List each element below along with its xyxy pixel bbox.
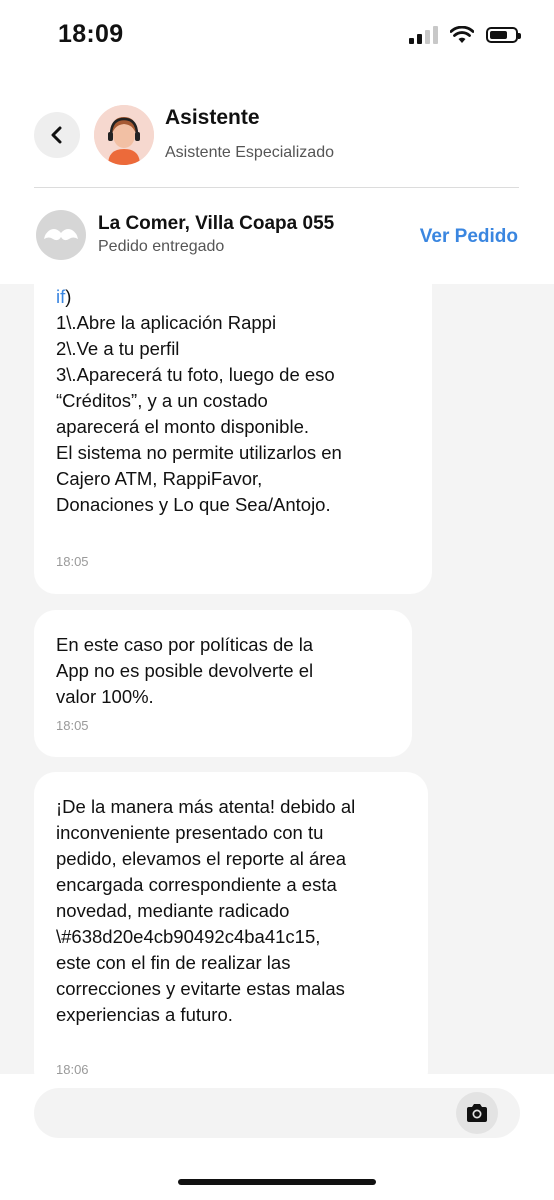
status-time: 18:09 <box>58 20 124 48</box>
message-text: En este caso por políticas de la App no … <box>56 634 314 707</box>
home-indicator <box>178 1179 376 1185</box>
status-bar: 18:09 <box>0 0 554 78</box>
wifi-icon <box>450 26 474 43</box>
store-logo <box>36 210 86 260</box>
avatar <box>94 105 154 165</box>
message-time: 18:05 <box>56 554 89 569</box>
agent-name: Asistente <box>165 106 260 129</box>
message-bubble: ¡De la manera más atenta! debido al inco… <box>34 772 428 1074</box>
view-order-button[interactable]: Ver Pedido <box>420 226 518 248</box>
mustache-icon <box>44 229 78 241</box>
status-icons <box>409 26 521 44</box>
message-time: 18:06 <box>56 1062 89 1074</box>
battery-icon <box>486 27 521 43</box>
agent-role: Asistente Especializado <box>165 144 334 161</box>
message-text: if) 1\.Abre la aplicación Rappi 2\.Ve a … <box>56 284 342 518</box>
message-bubble: En este caso por políticas de la App no … <box>34 610 412 757</box>
chat-header: Asistente Asistente Especializado <box>0 78 554 188</box>
message-bubble: if) 1\.Abre la aplicación Rappi 2\.Ve a … <box>34 284 432 594</box>
message-link[interactable]: if <box>56 286 65 307</box>
order-status: Pedido entregado <box>98 238 225 255</box>
chat-messages[interactable]: if) 1\.Abre la aplicación Rappi 2\.Ve a … <box>0 284 554 1074</box>
message-time: 18:05 <box>56 718 89 733</box>
message-text: ¡De la manera más atenta! debido al inco… <box>56 796 356 1025</box>
signal-icon <box>409 26 438 44</box>
store-name: La Comer, Villa Coapa 055 <box>98 213 335 234</box>
assistant-avatar-icon <box>94 105 154 165</box>
message-body: ) 1\.Abre la aplicación Rappi 2\.Ve a tu… <box>56 286 342 515</box>
order-bar: La Comer, Villa Coapa 055 Pedido entrega… <box>0 188 554 284</box>
camera-icon <box>467 1104 487 1122</box>
camera-button[interactable] <box>456 1092 498 1134</box>
back-button[interactable] <box>34 112 80 158</box>
chevron-left-icon <box>51 126 62 144</box>
message-input[interactable] <box>34 1088 520 1138</box>
